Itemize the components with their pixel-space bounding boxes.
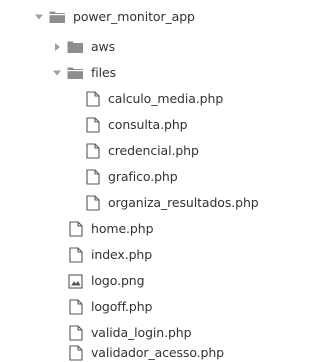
tree-label: index.php xyxy=(91,247,153,262)
tree-label: power_monitor_app xyxy=(73,9,195,24)
folder-closed-icon xyxy=(67,39,84,55)
tree-folder-files[interactable]: files xyxy=(52,60,116,86)
folder-open-icon xyxy=(49,9,66,25)
tree-file-item[interactable]: home.php xyxy=(67,216,154,242)
folder-open-icon xyxy=(67,65,84,81)
tree-file-item[interactable]: logo.png xyxy=(67,268,145,294)
tree-label: grafico.php xyxy=(108,169,178,184)
chevron-down-icon[interactable] xyxy=(52,68,62,78)
chevron-down-icon[interactable] xyxy=(34,12,44,22)
tree-label: aws xyxy=(91,39,116,54)
tree-file-item[interactable]: validador_acesso.php xyxy=(67,340,224,362)
file-icon xyxy=(67,221,84,237)
file-icon xyxy=(84,143,101,159)
tree-label: consulta.php xyxy=(108,117,188,132)
tree-label: calculo_media.php xyxy=(108,91,224,106)
tree-label: files xyxy=(91,65,117,80)
tree-file-item[interactable]: logoff.php xyxy=(67,294,152,320)
tree-label: logoff.php xyxy=(91,299,153,314)
file-icon xyxy=(84,195,101,211)
tree-label: credencial.php xyxy=(108,143,199,158)
tree-label: home.php xyxy=(91,221,154,236)
tree-file-item[interactable]: grafico.php xyxy=(84,164,178,190)
tree-file-item[interactable]: organiza_resultados.php xyxy=(84,190,259,216)
tree-file-item[interactable]: calculo_media.php xyxy=(84,86,223,112)
file-icon xyxy=(67,345,84,361)
tree-folder-power-monitor-app[interactable]: power_monitor_app xyxy=(34,4,195,30)
image-file-icon xyxy=(67,273,84,289)
tree-label: validador_acesso.php xyxy=(91,345,225,360)
tree-file-item[interactable]: credencial.php xyxy=(84,138,199,164)
file-icon xyxy=(67,247,84,263)
tree-label: logo.png xyxy=(91,273,145,288)
file-icon xyxy=(67,299,84,315)
file-icon xyxy=(84,169,101,185)
tree-label: organiza_resultados.php xyxy=(108,195,259,210)
file-icon xyxy=(84,91,101,107)
tree-file-item[interactable]: index.php xyxy=(67,242,152,268)
file-icon xyxy=(84,117,101,133)
file-icon xyxy=(67,325,84,341)
file-tree: power_monitor_app aws files calculo_medi… xyxy=(0,0,289,362)
tree-file-item[interactable]: consulta.php xyxy=(84,112,188,138)
tree-folder-aws[interactable]: aws xyxy=(52,34,115,60)
chevron-right-icon[interactable] xyxy=(52,42,62,52)
